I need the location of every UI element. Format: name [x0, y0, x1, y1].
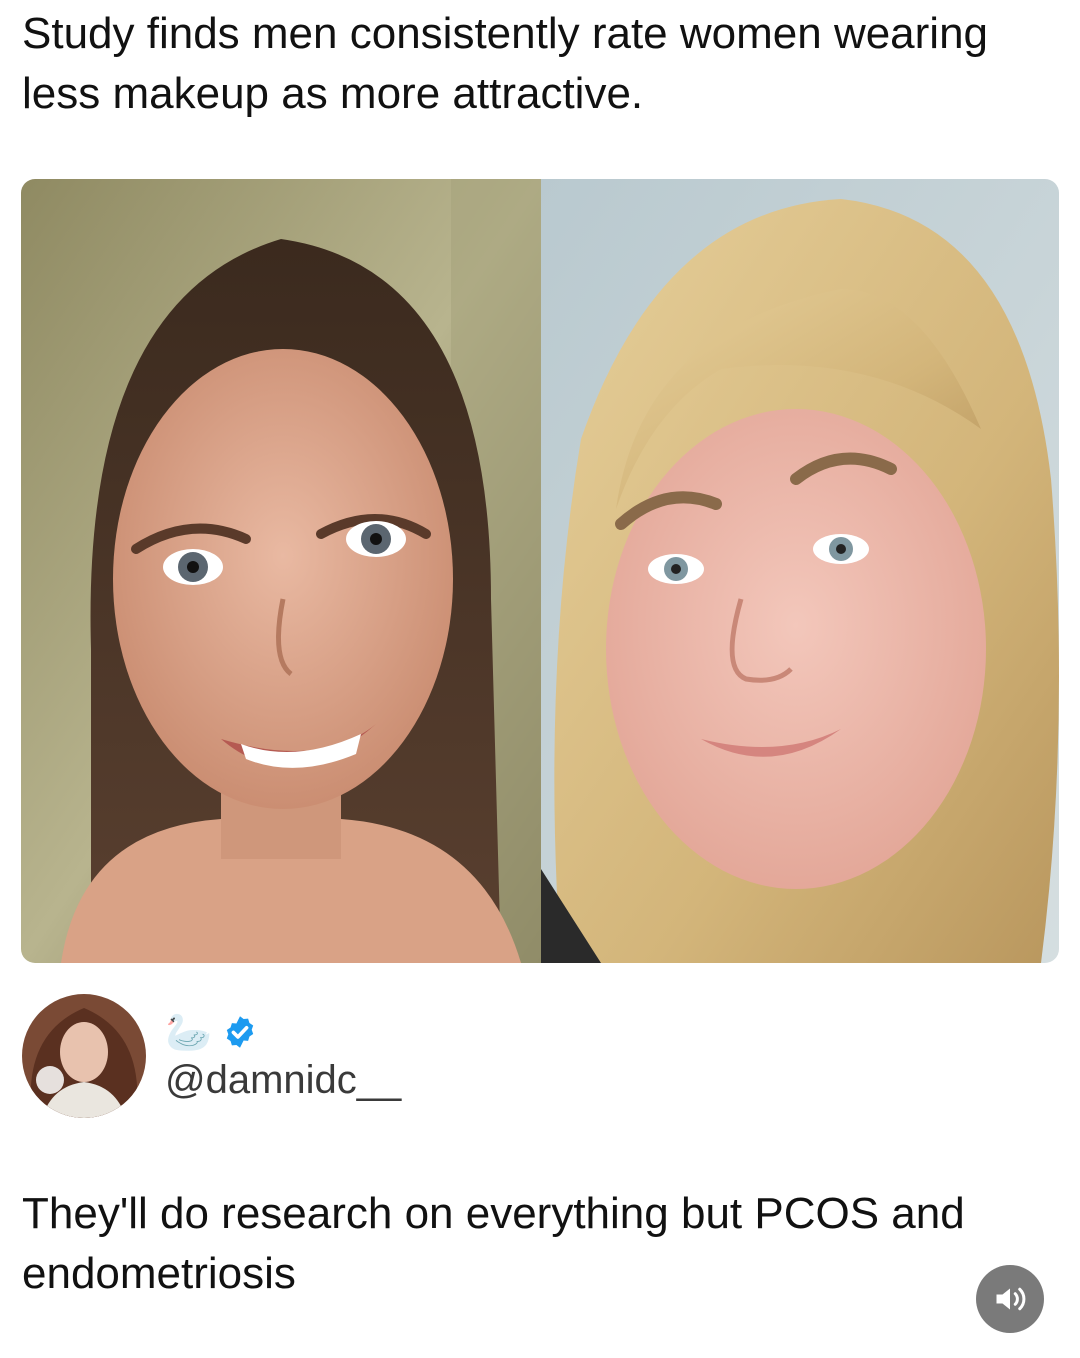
avatar-image: [22, 994, 146, 1118]
post-headline: Study finds men consistently rate women …: [22, 9, 989, 118]
left-photo-image: [21, 179, 541, 963]
avatar[interactable]: [22, 994, 146, 1118]
speaker-icon: [996, 1287, 1026, 1311]
right-photo-image: [541, 179, 1059, 963]
post-media[interactable]: [21, 179, 1059, 963]
post-author[interactable]: 🦢 @damnidc__: [22, 994, 722, 1118]
author-name-row: 🦢: [165, 1012, 258, 1052]
author-handle[interactable]: @damnidc__: [165, 1056, 401, 1104]
right-photo[interactable]: [541, 179, 1059, 963]
verified-badge-icon: [227, 1016, 254, 1048]
audio-toggle-button[interactable]: [976, 1265, 1044, 1333]
swan-icon: 🦢: [165, 1010, 213, 1054]
tweet-text: They'll do research on everything but PC…: [22, 1189, 965, 1298]
left-photo[interactable]: [21, 179, 541, 963]
